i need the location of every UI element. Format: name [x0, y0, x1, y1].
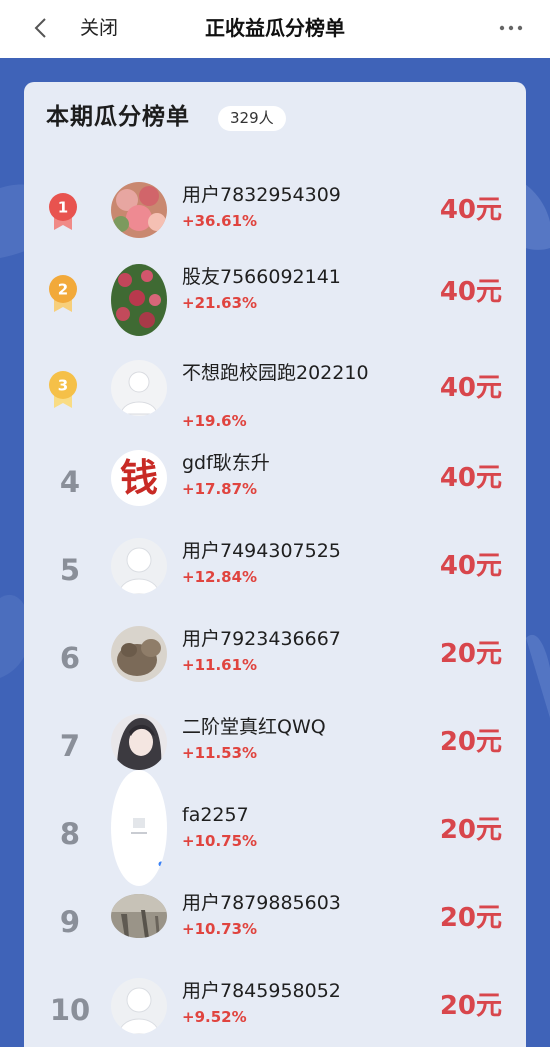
leaderboard-card: 本期瓜分榜单 329人 1 用户7832954309 +36.61% 40元 2…: [24, 82, 526, 1047]
avatar-character: 钱: [120, 455, 158, 500]
gain-percent: +12.84%: [182, 568, 258, 586]
avatar[interactable]: [111, 894, 167, 938]
gain-percent: +36.61%: [182, 212, 258, 230]
rank-medal-number: 3: [58, 377, 68, 395]
rank-number: 4: [59, 465, 81, 499]
prize-amount: 40元: [439, 551, 502, 581]
rank-number: 9: [59, 905, 81, 939]
card-title: 本期瓜分榜单: [46, 104, 190, 130]
user-name: fa2257: [182, 804, 249, 826]
prize-amount: 20元: [439, 991, 502, 1021]
rank-number: 5: [59, 553, 81, 587]
leaderboard-row[interactable]: 4 钱 gdf耿东升 +17.87% 40元: [24, 450, 526, 538]
rank-number: 8: [59, 817, 81, 851]
gain-percent: +10.75%: [182, 832, 258, 850]
rank-medal-icon: 2: [48, 274, 78, 312]
gain-percent: +11.53%: [182, 744, 258, 762]
prize-amount: 40元: [439, 195, 502, 225]
user-name: 用户7832954309: [182, 184, 341, 206]
user-name: 用户7494307525: [182, 540, 341, 562]
rank-medal-icon: 3: [48, 370, 78, 408]
leaderboard-row[interactable]: 6 用户7923436667 +11.61% 20元: [24, 626, 526, 714]
rank-number: 10: [49, 993, 91, 1027]
leaderboard-row[interactable]: 2 股友7566092141 +21.63% 40元: [24, 264, 526, 352]
participant-count-badge: 329人: [218, 106, 286, 131]
gain-percent: +17.87%: [182, 480, 258, 498]
gain-percent: +11.61%: [182, 656, 258, 674]
leaderboard-row[interactable]: 7 二阶堂真红QWQ +11.53% 20元: [24, 714, 526, 802]
user-name: 用户7845958052: [182, 980, 341, 1002]
rank-medal-number: 2: [58, 281, 68, 299]
avatar[interactable]: 钱: [111, 450, 167, 506]
avatar[interactable]: [111, 714, 167, 770]
avatar[interactable]: [111, 978, 167, 1034]
rank-medal-icon: 1: [48, 192, 78, 230]
leaderboard-row[interactable]: 8 fa2257 +10.75% 20元: [24, 770, 526, 890]
avatar[interactable]: [111, 626, 167, 682]
avatar[interactable]: [111, 264, 167, 336]
user-name: 二阶堂真红QWQ: [182, 716, 326, 738]
leaderboard-row[interactable]: 1 用户7832954309 +36.61% 40元: [24, 182, 526, 270]
top-nav-bar: 关闭 正收益瓜分榜单: [0, 0, 550, 58]
leaderboard-row[interactable]: 5 用户7494307525 +12.84% 40元: [24, 538, 526, 626]
prize-amount: 20元: [439, 903, 502, 933]
gain-percent: +21.63%: [182, 294, 258, 312]
avatar[interactable]: [111, 182, 167, 238]
prize-amount: 40元: [439, 463, 502, 493]
user-name: 用户7879885603: [182, 892, 341, 914]
leaderboard-row[interactable]: 9 用户7879885603 +10.73% 20元: [24, 890, 526, 978]
prize-amount: 40元: [439, 373, 502, 403]
prize-amount: 40元: [439, 277, 502, 307]
avatar[interactable]: [111, 770, 167, 886]
rank-number: 6: [59, 641, 81, 675]
chevron-left-icon[interactable]: [30, 16, 54, 40]
gain-percent: +10.73%: [182, 920, 258, 938]
leaderboard-row[interactable]: 3 不想跑校园跑202210 +19.6% 40元: [24, 360, 526, 448]
user-name: gdf耿东升: [182, 452, 270, 474]
leaderboard-row[interactable]: 10 用户7845958052 +9.52% 20元: [24, 978, 526, 1047]
gain-percent: +9.52%: [182, 1008, 247, 1026]
gain-percent: +19.6%: [182, 412, 247, 430]
user-name: 不想跑校园跑202210: [182, 362, 369, 384]
avatar[interactable]: [111, 538, 167, 594]
prize-amount: 20元: [439, 815, 502, 845]
prize-amount: 20元: [439, 727, 502, 757]
avatar[interactable]: [111, 360, 167, 416]
rank-medal-number: 1: [58, 199, 68, 217]
prize-amount: 20元: [439, 639, 502, 669]
user-name: 用户7923436667: [182, 628, 341, 650]
user-name: 股友7566092141: [182, 266, 341, 288]
close-button[interactable]: 关闭: [80, 14, 118, 42]
rank-number: 7: [59, 729, 81, 763]
more-dots-icon[interactable]: [498, 18, 524, 38]
